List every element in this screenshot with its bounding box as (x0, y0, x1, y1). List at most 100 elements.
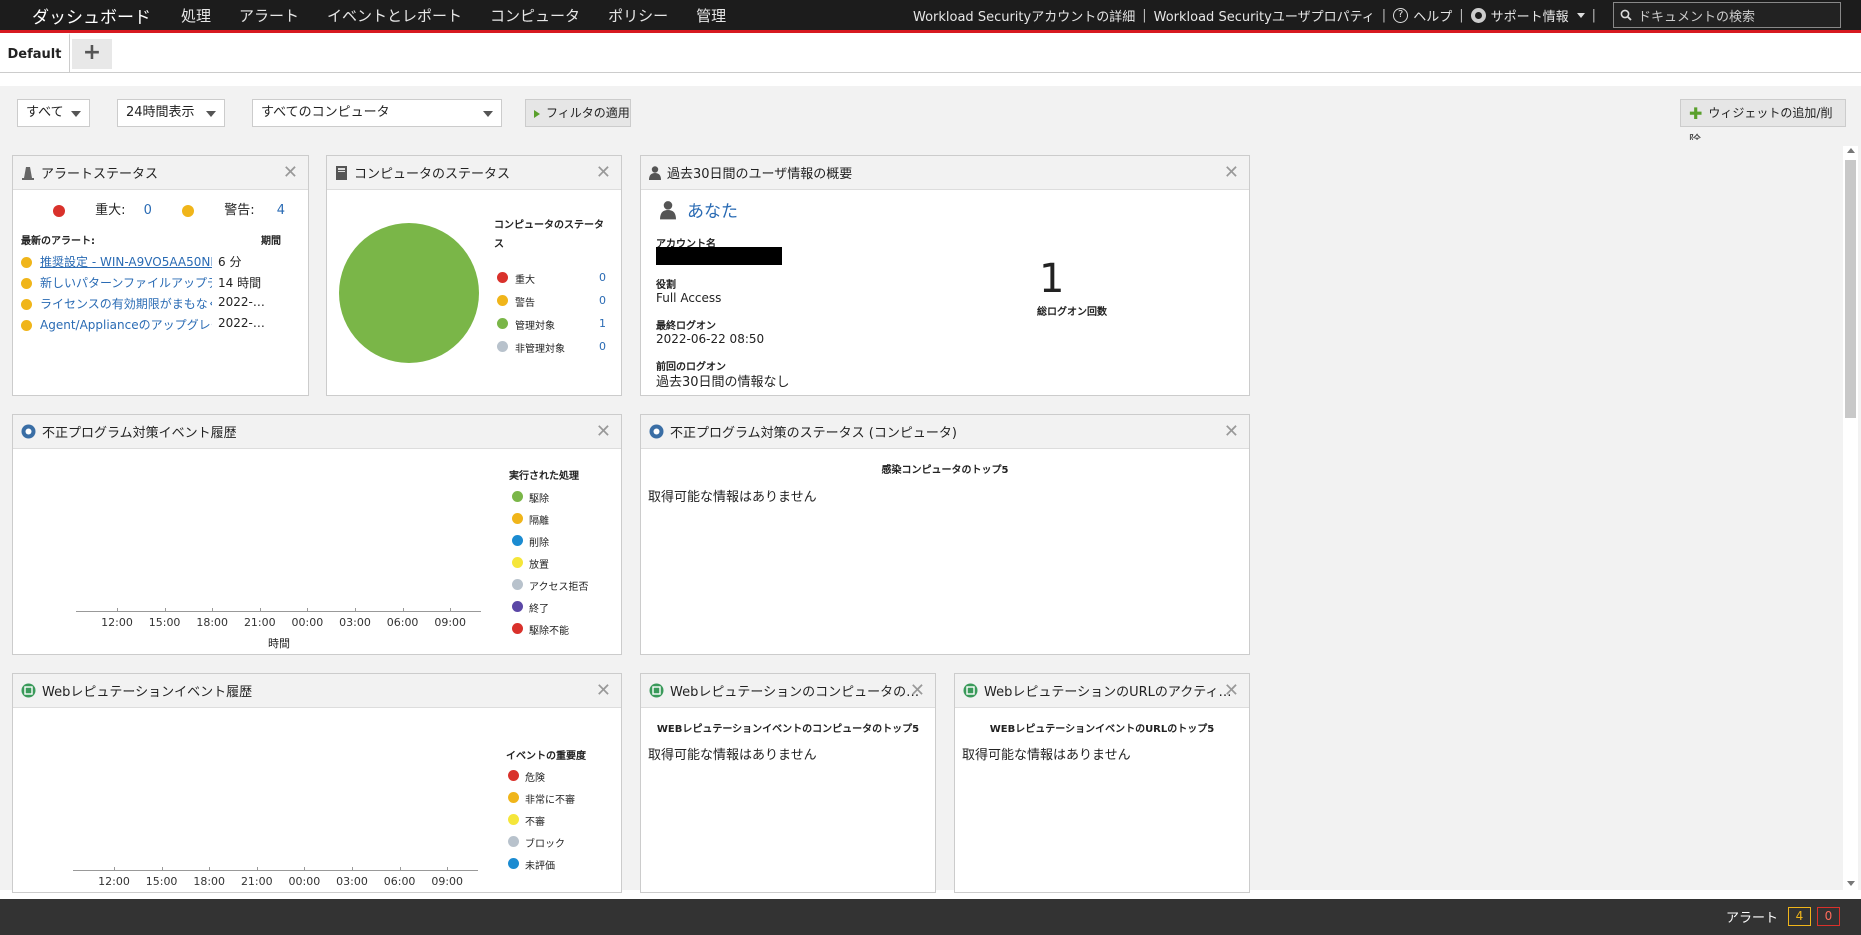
warning-dot-icon (21, 278, 32, 289)
help-link[interactable]: ヘルプ (1413, 6, 1452, 25)
tick-label: 06:00 (386, 616, 419, 629)
close-icon[interactable]: ✕ (283, 162, 298, 183)
legend-label: アクセス拒否 (529, 582, 589, 593)
status-bar: アラート 4 0 (0, 899, 1861, 935)
dashboard-area: アラートステータス ✕ 重大: 0 警告: 4 最新のアラート: 期間 推奨設定… (0, 140, 1861, 893)
legend-count[interactable]: 0 (599, 294, 606, 307)
period-header: 期間 (261, 236, 281, 247)
alert-link[interactable]: Agent/Applianceのアップグレード… (40, 316, 212, 333)
apply-filter-button[interactable]: フィルタの適用 (525, 99, 631, 127)
close-icon[interactable]: ✕ (1224, 162, 1239, 183)
close-icon[interactable]: ✕ (910, 680, 925, 701)
apply-filter-label: フィルタの適用 (546, 106, 630, 120)
nav-computers[interactable]: コンピュータ (490, 5, 580, 26)
legend-dot-icon (512, 491, 523, 502)
critical-count[interactable]: 0 (144, 203, 152, 218)
warning-alerts-badge[interactable]: 4 (1788, 907, 1811, 926)
separator: | (1591, 7, 1596, 23)
widget-header: 不正プログラム対策のステータス (コンピュータ) ✕ (641, 415, 1249, 449)
scope-select[interactable]: すべて (17, 99, 90, 127)
nav-alerts[interactable]: アラート (239, 5, 299, 26)
alert-counts: 重大: 0 警告: 4 (53, 199, 285, 218)
antimalware-icon (21, 424, 36, 439)
nav-administration[interactable]: 管理 (696, 5, 726, 26)
separator: | (1459, 7, 1464, 23)
warning-count[interactable]: 4 (277, 203, 285, 218)
nav-actions[interactable]: 処理 (181, 5, 211, 26)
alert-period: 14 時間 (218, 276, 262, 290)
tick-label: 21:00 (243, 616, 276, 629)
chevron-down-icon[interactable] (1576, 12, 1585, 18)
alert-link[interactable]: 新しいパターンファイルアップデート… (40, 274, 212, 291)
user-name[interactable]: あなた (687, 197, 738, 222)
widget-header: Webレピュテーションのコンピュータの… ✕ (641, 674, 935, 708)
latest-alerts-header: 最新のアラート: (21, 236, 95, 247)
critical-alerts-badge[interactable]: 0 (1817, 907, 1840, 926)
web-reputation-urls-widget: WebレピュテーションのURLのアクティ… ✕ WEBレピュテーションイベントの… (954, 673, 1250, 893)
nav-policies[interactable]: ポリシー (608, 5, 668, 26)
search-icon (1620, 9, 1632, 21)
tick-mark (209, 867, 211, 871)
legend-label: 非管理対象 (515, 344, 565, 355)
web-reputation-icon (21, 683, 36, 698)
nav-events-reports[interactable]: イベントとレポート (327, 5, 462, 26)
widget-title: WebレピュテーションのURLのアクティ… (984, 685, 1232, 700)
add-remove-widgets-button[interactable]: ✚ウィジェットの追加/削除... (1680, 99, 1846, 147)
widget-header: WebレピュテーションのURLのアクティ… ✕ (955, 674, 1249, 708)
alert-link[interactable]: 推奨設定 - WIN-A9VO5AA50NN (40, 253, 212, 270)
user-properties-link[interactable]: Workload Securityユーザプロパティ (1154, 6, 1375, 25)
legend-dot-icon (512, 579, 523, 590)
tick-label: 06:00 (383, 875, 416, 888)
legend-count[interactable]: 0 (599, 340, 606, 353)
last-logon-label: 最終ログオン (656, 321, 716, 332)
alert-bell-icon (22, 166, 34, 180)
scroll-down-icon[interactable] (1847, 881, 1855, 886)
warning-dot-icon (21, 320, 32, 331)
tick-mark (212, 608, 214, 612)
close-icon[interactable]: ✕ (1224, 421, 1239, 442)
legend-label: 重大 (515, 275, 535, 286)
close-icon[interactable]: ✕ (1224, 680, 1239, 701)
support-link[interactable]: サポート情報 (1491, 6, 1569, 25)
plus-icon: ✚ (1689, 103, 1703, 123)
scope-value: すべて (26, 105, 64, 120)
role-label: 役割 (656, 280, 676, 291)
chevron-down-icon (206, 111, 216, 117)
legend-dot-icon (508, 858, 519, 869)
computers-select[interactable]: すべてのコンピュータ (252, 99, 502, 127)
close-icon[interactable]: ✕ (596, 421, 611, 442)
search-input[interactable]: ドキュメントの検索 (1613, 2, 1841, 28)
legend-count[interactable]: 0 (599, 271, 606, 284)
close-icon[interactable]: ✕ (596, 162, 611, 183)
last-logon-value: 2022-06-22 08:50 (656, 332, 765, 346)
close-icon[interactable]: ✕ (596, 680, 611, 701)
x-axis-line (76, 611, 481, 612)
legend-dot-icon (512, 557, 523, 568)
web-reputation-computers-widget: Webレピュテーションのコンピュータの… ✕ WEBレピュテーションイベントのコ… (640, 673, 936, 893)
tick-label: 00:00 (288, 875, 321, 888)
legend-dot-icon (508, 836, 519, 847)
scrollbar-thumb[interactable] (1845, 160, 1856, 418)
alert-link[interactable]: ライセンスの有効期限がまもなく終… (40, 295, 212, 312)
search-placeholder: ドキュメントの検索 (1638, 9, 1756, 25)
add-tab-button[interactable]: + (72, 39, 112, 69)
dashboard-tab-bar: Default + (0, 33, 1861, 73)
alerts-summary[interactable]: アラート 4 0 (1726, 907, 1840, 926)
vertical-scrollbar[interactable] (1843, 146, 1858, 890)
account-details-link[interactable]: Workload Securityアカウントの詳細 (913, 6, 1135, 25)
role-value: Full Access (656, 291, 722, 305)
legend-label: 管理対象 (515, 321, 555, 332)
chevron-down-icon (483, 111, 493, 117)
tick-mark (402, 608, 404, 612)
tab-default[interactable]: Default (0, 33, 70, 73)
scroll-up-icon[interactable] (1847, 148, 1855, 153)
tick-label: 00:00 (291, 616, 324, 629)
tick-mark (399, 867, 401, 871)
separator: | (1142, 7, 1147, 23)
legend-count[interactable]: 1 (599, 317, 606, 330)
pie-slice-managed[interactable] (339, 223, 479, 363)
nav-dashboard[interactable]: ダッシュボード (32, 3, 151, 28)
legend-label: 危険 (525, 773, 545, 784)
time-range-select[interactable]: 24時間表示 (117, 99, 225, 127)
widget-header: アラートステータス ✕ (13, 156, 308, 190)
